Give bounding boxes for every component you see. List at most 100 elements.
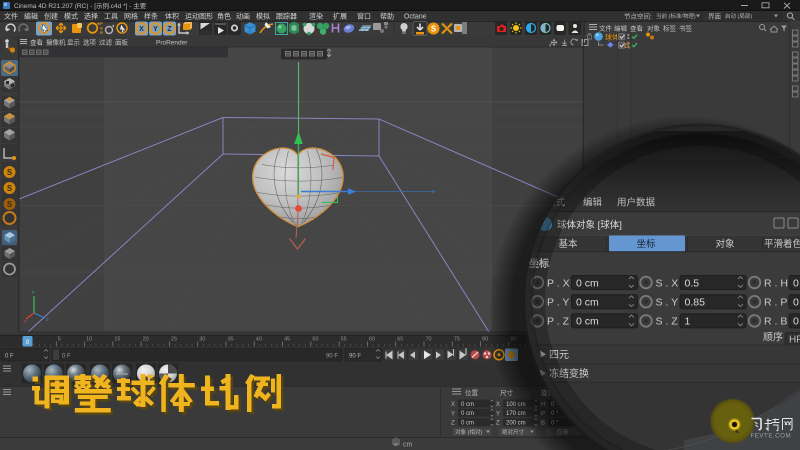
svg-text:编辑: 编辑 — [24, 12, 38, 21]
svg-text:0 F: 0 F — [5, 354, 14, 360]
svg-text:40: 40 — [256, 337, 262, 343]
svg-text:界面: 界面 — [708, 13, 722, 21]
svg-text:0 F: 0 F — [62, 354, 71, 360]
svg-text:Z: Z — [167, 26, 172, 33]
svg-text:查看: 查看 — [630, 24, 644, 33]
svg-text:创建: 创建 — [44, 12, 58, 21]
svg-text:网格: 网格 — [124, 12, 138, 21]
svg-text:显示: 显示 — [67, 39, 81, 47]
svg-text:45: 45 — [284, 337, 290, 343]
svg-text:Cinema 4D R21.207 (RC) - [示例.c: Cinema 4D R21.207 (RC) - [示例.c4d *] - 主要 — [14, 1, 147, 10]
svg-text:R: R — [100, 30, 103, 35]
svg-text:0 cm: 0 cm — [461, 420, 474, 426]
svg-text:绝对尺寸: 绝对尺寸 — [502, 428, 525, 436]
svg-text:X: X — [496, 402, 500, 408]
svg-text:35: 35 — [227, 337, 233, 343]
svg-text:Z: Z — [451, 421, 455, 427]
svg-text:模拟: 模拟 — [256, 12, 270, 21]
svg-text:X: X — [139, 26, 144, 33]
svg-text:当前 (标准/物理): 当前 (标准/物理) — [656, 12, 696, 20]
svg-text:Y: Y — [451, 411, 455, 417]
svg-text:Z: Z — [496, 421, 500, 427]
svg-text:Y: Y — [153, 26, 158, 33]
svg-text:Un: Un — [394, 442, 399, 447]
svg-text:Y: Y — [32, 290, 35, 295]
svg-text:65: 65 — [397, 337, 403, 343]
svg-text:0: 0 — [793, 277, 799, 289]
svg-text:FEVTE.COM: FEVTE.COM — [751, 433, 792, 440]
svg-text:对象: 对象 — [715, 238, 735, 250]
svg-text:模式: 模式 — [64, 12, 78, 21]
svg-text:S: S — [7, 200, 13, 209]
svg-text:0 cm: 0 cm — [576, 316, 599, 328]
svg-text:P . X: P . X — [547, 277, 570, 289]
svg-text:80: 80 — [482, 337, 488, 343]
svg-text:工具: 工具 — [104, 13, 118, 21]
svg-text:跟踪器: 跟踪器 — [276, 12, 297, 21]
svg-text:查看: 查看 — [30, 38, 44, 47]
svg-text:90 F: 90 F — [349, 354, 361, 360]
svg-text:过滤: 过滤 — [99, 38, 113, 47]
svg-text:体积: 体积 — [165, 12, 179, 21]
svg-text:启动 (局部): 启动 (局部) — [725, 12, 752, 20]
svg-text:帮助: 帮助 — [380, 12, 394, 21]
svg-text:X: X — [24, 319, 27, 324]
svg-text:Z: Z — [46, 317, 49, 322]
svg-text:基本: 基本 — [558, 238, 578, 250]
svg-text:HPB: HPB — [789, 335, 800, 346]
svg-text:0: 0 — [793, 316, 799, 328]
svg-text:Octane: Octane — [404, 14, 427, 21]
svg-text:5: 5 — [58, 337, 61, 343]
svg-text:选择: 选择 — [84, 12, 98, 21]
svg-text:角色: 角色 — [217, 12, 231, 21]
svg-text:编辑: 编辑 — [614, 24, 628, 33]
svg-text:P . Y: P . Y — [547, 297, 569, 309]
svg-text:S . Z: S . Z — [656, 316, 679, 328]
svg-text:顺序: 顺序 — [763, 331, 783, 344]
svg-text:90 F: 90 F — [326, 354, 338, 360]
svg-text:OCTANE: OCTANE — [116, 372, 128, 376]
svg-text:书签: 书签 — [679, 24, 693, 33]
svg-text:0 cm: 0 cm — [461, 402, 474, 408]
svg-text:对象: 对象 — [647, 24, 661, 33]
svg-text:ProRender: ProRender — [156, 40, 188, 47]
svg-text:文件: 文件 — [4, 12, 18, 21]
svg-text:S: S — [431, 25, 437, 34]
svg-text:摄像机: 摄像机 — [46, 38, 66, 47]
svg-text:渲染: 渲染 — [309, 12, 323, 21]
svg-text:R . H: R . H — [764, 277, 788, 289]
svg-text:S: S — [7, 184, 13, 193]
svg-text:0: 0 — [793, 297, 799, 309]
svg-text:扩展: 扩展 — [333, 12, 347, 21]
svg-text:对象 (相对): 对象 (相对) — [455, 428, 482, 436]
svg-text:R . B: R . B — [764, 316, 787, 328]
svg-text:Y: Y — [496, 411, 500, 417]
svg-text:平滑着色: 平滑着色 — [764, 238, 800, 250]
svg-text:0 cm: 0 cm — [461, 411, 474, 417]
svg-text:55: 55 — [341, 337, 347, 343]
svg-text:S: S — [7, 168, 13, 177]
svg-text:球体: 球体 — [605, 33, 619, 42]
svg-text:70: 70 — [425, 337, 431, 343]
svg-text:位置: 位置 — [465, 388, 479, 397]
svg-text:25: 25 — [171, 337, 177, 343]
svg-text:窗口: 窗口 — [357, 12, 371, 21]
svg-text:1: 1 — [685, 316, 691, 328]
svg-text:动画: 动画 — [236, 12, 250, 21]
svg-text:R . P: R . P — [764, 297, 787, 309]
svg-text:样条: 样条 — [144, 12, 158, 21]
svg-text:P . Z: P . Z — [547, 316, 570, 328]
svg-text:X: X — [451, 402, 455, 408]
svg-text:0.85: 0.85 — [685, 297, 706, 309]
svg-text:20: 20 — [143, 337, 149, 343]
svg-text:0 cm: 0 cm — [576, 277, 599, 289]
svg-text:节点空间:: 节点空间: — [624, 12, 652, 21]
svg-text:75: 75 — [454, 337, 460, 343]
svg-text:15: 15 — [114, 337, 120, 343]
svg-text:文件: 文件 — [599, 24, 613, 33]
svg-text:S . X: S . X — [656, 277, 679, 289]
svg-text:60: 60 — [369, 337, 375, 343]
svg-text:10: 10 — [86, 337, 92, 343]
svg-text:标签: 标签 — [663, 24, 677, 33]
svg-text:30: 30 — [199, 337, 205, 343]
